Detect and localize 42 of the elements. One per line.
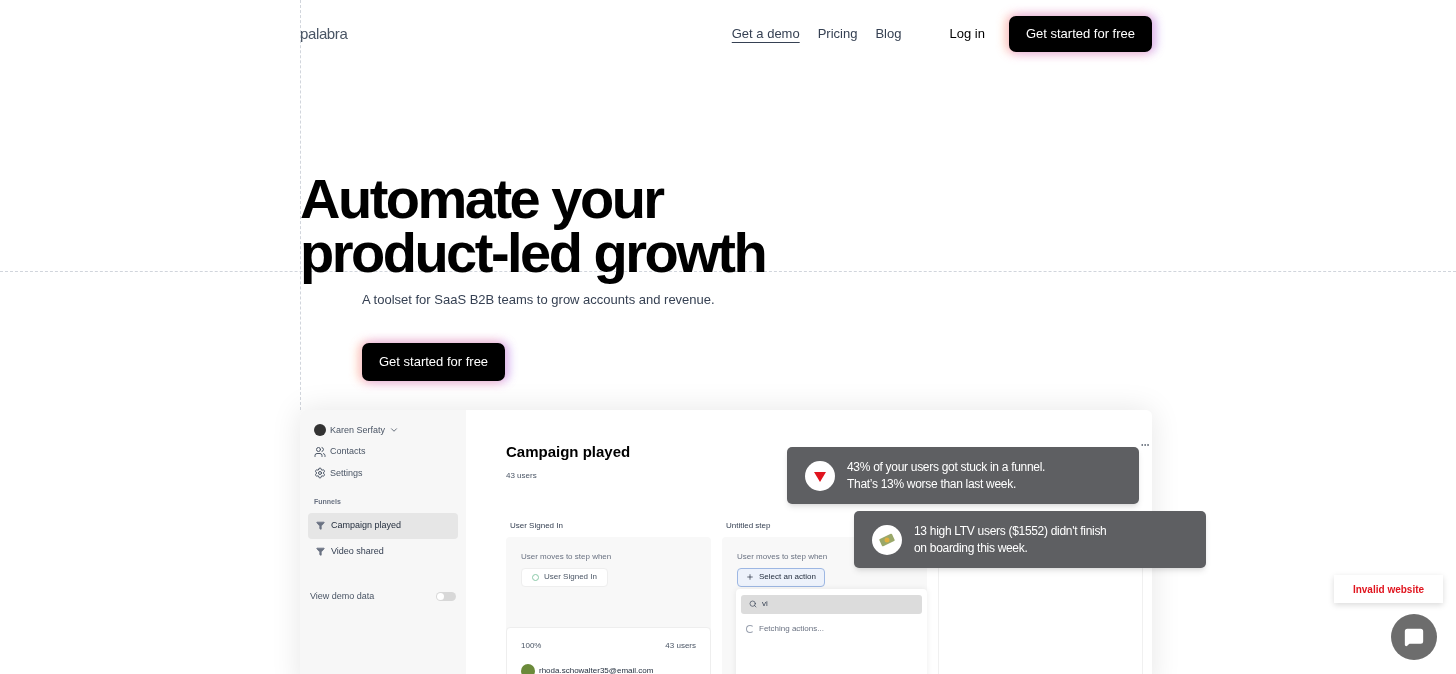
notification-text: 43% of your users got stuck in a funnel. That’s 13% worse than last week.	[847, 458, 1046, 493]
filter-icon	[316, 547, 325, 556]
toggle-label: View demo data	[310, 589, 375, 603]
percent: 100%	[521, 639, 542, 652]
avatar	[314, 424, 326, 437]
funnel-title: Campaign played	[506, 441, 631, 462]
nav-link[interactable]: Pricing	[817, 24, 858, 44]
select-action-button[interactable]: Select an action	[737, 567, 825, 587]
settings-icon	[314, 467, 326, 480]
plus-icon	[746, 573, 754, 581]
nav-link[interactable]: Get a demo	[731, 24, 800, 44]
get-started-button[interactable]: Get started for free	[1008, 16, 1152, 52]
filter-icon	[316, 521, 325, 530]
chat-button[interactable]	[1391, 614, 1437, 660]
logo[interactable]: palabra	[300, 22, 348, 46]
user-count: 43 users	[665, 639, 696, 652]
error-badge: Invalid website	[1334, 575, 1443, 603]
chat-icon	[1404, 627, 1424, 647]
step-hint: User moves to step when	[737, 550, 829, 563]
user-count: 43 users	[506, 469, 537, 482]
login-link[interactable]: Log in	[949, 24, 985, 44]
notification-text: 13 high LTV users ($1552) didn't finish on boarding this week.	[914, 522, 1107, 557]
sidebar-item[interactable]: Settings	[308, 466, 458, 480]
toggle-switch[interactable]	[436, 591, 456, 601]
search-field[interactable]: vi	[741, 594, 922, 614]
funnel-item[interactable]: Campaign played	[308, 512, 458, 539]
nav-link[interactable]: Blog	[875, 24, 902, 44]
hero-subtitle: A toolset for SaaS B2B teams to grow accounts and revenue.	[362, 291, 716, 309]
get-started-button[interactable]: Get started for free	[362, 342, 506, 381]
user-name[interactable]: Karen Serfaty	[330, 423, 386, 437]
email: rhoda.schowalter35@email.com	[539, 664, 654, 674]
step-title: User Signed In	[509, 519, 564, 532]
loading-text: Fetching actions...	[759, 622, 824, 635]
sidebar-item[interactable]: Contacts	[308, 445, 458, 459]
action-chip[interactable]: User Signed In	[521, 567, 608, 587]
avatar	[521, 663, 535, 674]
funnel-item[interactable]: Video shared	[308, 538, 458, 565]
search-icon	[749, 600, 757, 608]
step-title: Untitled step	[725, 519, 772, 532]
step-hint: User moves to step when	[521, 550, 613, 563]
money-icon	[872, 524, 902, 555]
people-icon	[314, 445, 326, 458]
